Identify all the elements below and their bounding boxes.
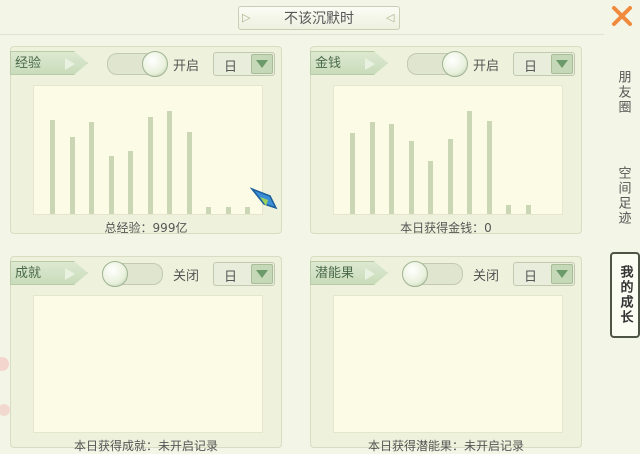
title-left-ornament: ▷: [242, 11, 251, 24]
achievement-summary: 本日获得成就：未开启记录: [73, 439, 218, 453]
header-divider: [0, 34, 604, 35]
chevron-down-icon[interactable]: [551, 264, 573, 284]
chart-bar: [167, 111, 172, 214]
experience-period-select[interactable]: 日: [213, 52, 275, 76]
window-title: 不该沉默时: [284, 11, 354, 27]
chart-bar: [69, 137, 75, 214]
achievement-period-value: 日: [224, 270, 238, 285]
potential-fruit-period-value: 日: [524, 270, 538, 285]
money-period-value: 日: [524, 60, 538, 75]
achievement-label: 成就: [15, 266, 42, 281]
money-period-select[interactable]: 日: [513, 52, 575, 76]
tab-arrow-icon: [365, 268, 375, 280]
chart-bar: [225, 207, 231, 214]
window-title-bar: ▷ 不该沉默时 ◁: [238, 6, 400, 30]
chart-bar: [369, 122, 375, 214]
toggle-knob: [102, 261, 128, 287]
chart-bar: [447, 139, 453, 214]
chart-bar: [389, 124, 394, 214]
chart-bar: [525, 205, 531, 214]
side-tab-space-footprint[interactable]: 空间足迹: [610, 156, 636, 236]
potential-fruit-label-tab: 潜能果: [310, 261, 388, 285]
chart-bar: [506, 205, 511, 214]
potential-fruit-toggle[interactable]: [402, 261, 463, 287]
achievement-period-select[interactable]: 日: [213, 262, 275, 286]
cursor-icon: [250, 187, 278, 210]
chart-bar: [350, 133, 355, 214]
potential-fruit-toggle-text: 关闭: [473, 269, 500, 284]
potential-fruit-panel: 潜能果 关闭 日 本日获得潜能果：未开启记录: [310, 256, 582, 453]
toggle-knob: [442, 51, 468, 77]
chart-bar: [186, 132, 192, 214]
side-tab-label: 我的成长: [617, 265, 633, 325]
achievement-toggle[interactable]: [102, 261, 163, 287]
tab-arrow-icon: [65, 268, 75, 280]
potential-fruit-label: 潜能果: [315, 266, 355, 281]
experience-summary: 总经验：999亿: [104, 221, 188, 235]
experience-label: 经验: [15, 56, 42, 71]
experience-chart: [33, 85, 263, 215]
achievement-chart: [33, 295, 263, 433]
chart-bar: [147, 117, 153, 214]
money-summary: 本日获得金钱：0: [400, 221, 492, 235]
money-label-tab: 金钱: [310, 51, 388, 75]
tab-arrow-icon: [65, 58, 75, 70]
money-toggle[interactable]: [407, 51, 468, 77]
toggle-knob: [142, 51, 168, 77]
chart-bar: [50, 120, 55, 214]
chart-bar: [206, 207, 211, 214]
chart-bar: [486, 121, 492, 214]
chevron-down-icon[interactable]: [551, 54, 573, 74]
experience-label-tab: 经验: [10, 51, 88, 75]
money-chart: [333, 85, 563, 215]
achievement-panel: 成就 关闭 日 本日获得成就：未开启记录: [10, 256, 282, 453]
money-label: 金钱: [315, 56, 342, 71]
tab-arrow-icon: [365, 58, 375, 70]
money-toggle-text: 开启: [473, 59, 500, 74]
chart-bar: [128, 151, 133, 214]
experience-period-value: 日: [224, 60, 238, 75]
chevron-down-icon[interactable]: [251, 264, 273, 284]
potential-fruit-chart: [333, 295, 563, 433]
achievement-label-tab: 成就: [10, 261, 88, 285]
side-tabs: 朋友圈 空间足迹 我的成长: [606, 40, 640, 442]
close-icon[interactable]: [610, 4, 634, 28]
chart-bar: [467, 111, 472, 214]
potential-fruit-period-select[interactable]: 日: [513, 262, 575, 286]
side-tab-label: 朋友圈: [615, 69, 631, 115]
title-right-ornament: ◁: [386, 11, 395, 24]
chart-bar: [408, 141, 414, 214]
side-tab-friends[interactable]: 朋友圈: [610, 60, 636, 124]
chart-bar: [108, 156, 114, 214]
flower-decoration-icon: [0, 357, 10, 416]
side-tab-my-growth[interactable]: 我的成长: [610, 252, 640, 338]
potential-fruit-summary: 本日获得潜能果：未开启记录: [367, 439, 524, 453]
money-panel: 金钱 开启 日 本日获得金钱：0: [310, 46, 582, 235]
chevron-down-icon[interactable]: [251, 54, 273, 74]
chart-bar: [89, 122, 94, 214]
toggle-knob: [402, 261, 428, 287]
side-tab-label: 空间足迹: [615, 166, 631, 226]
experience-toggle-text: 开启: [173, 59, 200, 74]
experience-toggle[interactable]: [107, 51, 168, 77]
experience-panel: 经验 开启 日 总经验：999亿: [10, 46, 282, 235]
achievement-toggle-text: 关闭: [173, 269, 200, 284]
chart-bar: [428, 161, 433, 214]
